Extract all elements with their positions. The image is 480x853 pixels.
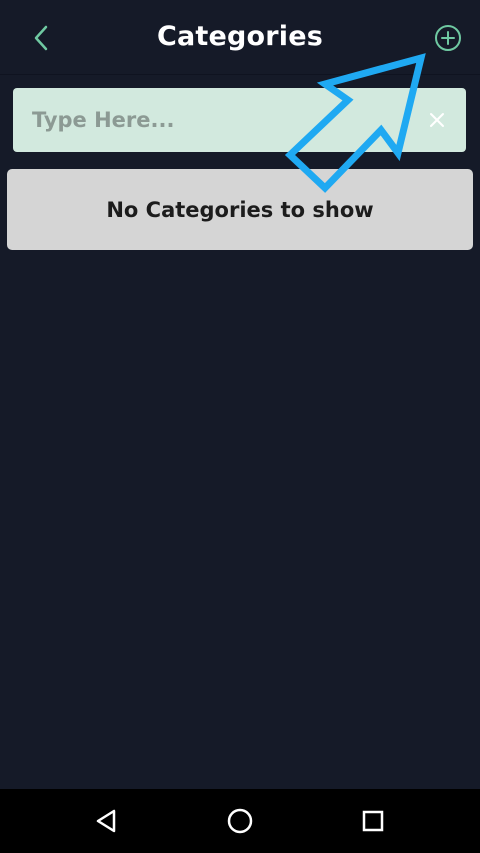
app-screen: Categories No Categories to show (0, 0, 480, 789)
nav-back-button[interactable] (87, 801, 127, 841)
search-box (13, 88, 466, 152)
add-category-button[interactable] (428, 18, 468, 58)
square-recents-icon (362, 810, 384, 832)
system-nav-bar (0, 789, 480, 853)
header: Categories (0, 0, 480, 75)
nav-recents-button[interactable] (353, 801, 393, 841)
close-icon (430, 113, 444, 127)
triangle-back-icon (96, 809, 116, 833)
clear-search-button[interactable] (417, 100, 457, 140)
nav-home-button[interactable] (220, 801, 260, 841)
circle-home-icon (227, 808, 253, 834)
plus-circle-icon (435, 25, 461, 51)
search-input[interactable] (13, 88, 393, 152)
chevron-left-icon (34, 25, 48, 51)
empty-state-card: No Categories to show (7, 169, 473, 250)
empty-state-message: No Categories to show (106, 197, 374, 222)
page-title: Categories (156, 21, 324, 52)
back-button[interactable] (22, 18, 62, 58)
